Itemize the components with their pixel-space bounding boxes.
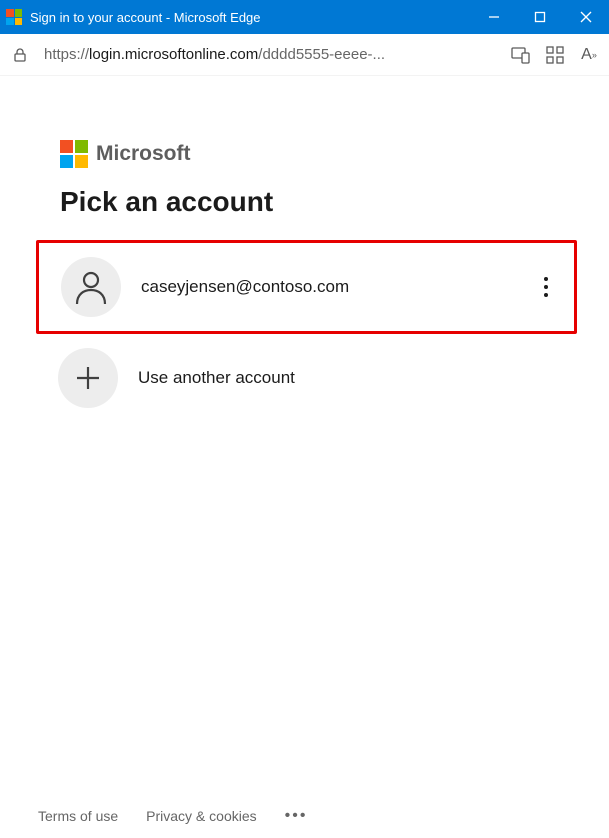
person-icon xyxy=(61,257,121,317)
favicon-microsoft-icon xyxy=(6,9,22,25)
more-options-icon[interactable] xyxy=(534,277,558,297)
qr-code-icon[interactable] xyxy=(545,45,565,65)
desktop-mode-icon[interactable] xyxy=(511,45,531,65)
account-tile[interactable]: caseyjensen@contoso.com xyxy=(36,240,577,334)
signin-panel: Microsoft Pick an account caseyjensen@co… xyxy=(0,76,609,794)
footer-more-icon[interactable]: ••• xyxy=(285,807,308,825)
url-path: /dddd5555-eeee-... xyxy=(258,46,385,63)
privacy-link[interactable]: Privacy & cookies xyxy=(146,808,256,824)
page-heading: Pick an account xyxy=(60,186,571,218)
read-aloud-icon[interactable]: A» xyxy=(579,45,599,65)
microsoft-logo: Microsoft xyxy=(60,140,571,168)
minimize-button[interactable] xyxy=(471,0,517,34)
url-host: login.microsoftonline.com xyxy=(89,46,258,63)
account-email: caseyjensen@contoso.com xyxy=(141,277,514,297)
lock-icon[interactable] xyxy=(10,45,30,65)
address-bar: https://login.microsoftonline.com/dddd55… xyxy=(0,34,609,76)
plus-icon xyxy=(58,348,118,408)
use-another-account-label: Use another account xyxy=(138,368,561,388)
maximize-button[interactable] xyxy=(517,0,563,34)
window-titlebar: Sign in to your account - Microsoft Edge xyxy=(0,0,609,34)
window-title: Sign in to your account - Microsoft Edge xyxy=(30,10,471,25)
use-another-account-tile[interactable]: Use another account xyxy=(36,334,577,422)
microsoft-logo-text: Microsoft xyxy=(96,142,191,166)
footer: Terms of use Privacy & cookies ••• xyxy=(0,794,609,838)
microsoft-logo-icon xyxy=(60,140,88,168)
terms-link[interactable]: Terms of use xyxy=(38,808,118,824)
url-text[interactable]: https://login.microsoftonline.com/dddd55… xyxy=(44,46,497,63)
url-scheme: https:// xyxy=(44,46,89,63)
close-button[interactable] xyxy=(563,0,609,34)
